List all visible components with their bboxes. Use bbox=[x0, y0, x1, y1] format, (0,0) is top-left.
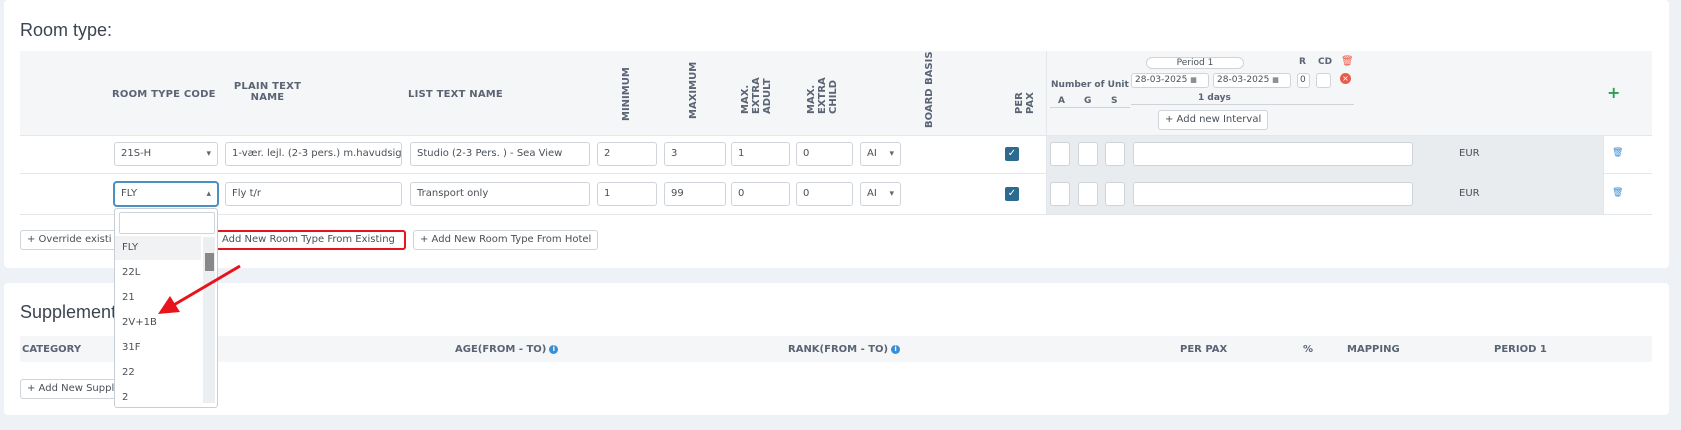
annotation-arrow bbox=[158, 264, 241, 314]
